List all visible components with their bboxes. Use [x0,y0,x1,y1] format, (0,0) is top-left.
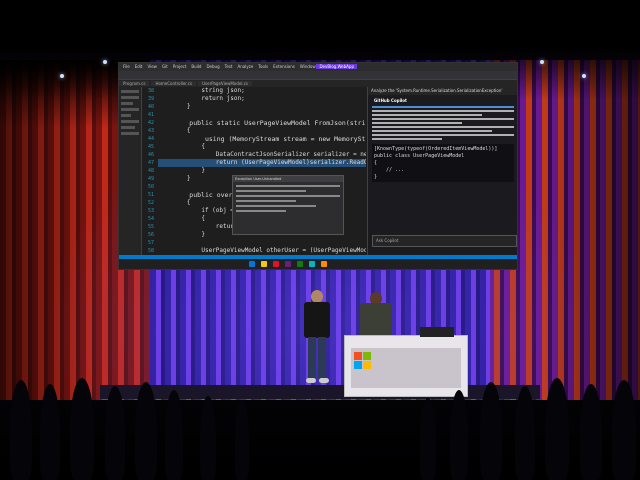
line-number: 51 [147,192,154,198]
code-line: return (UserPageViewModel)serializer.Rea… [158,159,366,167]
audience-silhouette [165,390,183,480]
audience-silhouette [450,390,468,480]
audience-silhouette [200,396,216,480]
line-number: 38 [147,88,154,94]
menu-item: Edit [134,64,143,69]
audience-silhouette [40,384,60,480]
microsoft-logo [354,352,372,370]
taskbar-app-icon [285,261,291,267]
audience-silhouette [420,398,436,480]
code-line: UserPageViewModel otherUser = (UserPageV… [201,247,366,254]
line-number: 43 [147,128,154,134]
audience-silhouette [70,378,94,480]
keynote-stage-photo: File Edit View Git Project Build Debug Test Anal… [0,0,640,480]
audience-silhouette [515,386,535,480]
editor-tab: Program.cs [119,81,150,86]
taskbar-app-icon [297,261,303,267]
taskbar-app-icon [273,261,279,267]
audience-silhouette [545,378,569,480]
taskbar-app-icon [309,261,315,267]
line-number: 44 [147,136,154,142]
menu-item: View [147,64,157,69]
line-number-gutter: 38 39 40 41 42 43 44 45 46 47 48 49 50 51 52 53 54 55 56 57… [142,87,156,259]
copilot-title: GitHub Copilot [374,98,407,103]
ceiling-light [540,60,544,64]
logo-square [354,352,362,360]
line-number: 46 [147,152,154,158]
audience-silhouette [612,380,636,480]
ide-solution-badge: DevBlog.WebApp [316,64,357,69]
audience-silhouette [580,384,602,480]
code-line: return json; [158,95,245,102]
line-number: 47 [147,160,154,166]
code-line: } [158,103,191,110]
audience [0,370,640,480]
menu-item: Analyze [237,64,254,69]
ceiling-light [103,60,107,64]
windows-taskbar [119,259,517,269]
exception-popup-title: Exception User-Unhandled [233,176,343,182]
copilot-input: Ask Copilot [372,235,517,247]
menu-item: Project [172,64,187,69]
line-number: 50 [147,184,154,190]
editor-tab: HomeController.cs [151,81,197,86]
menu-item: Test [224,64,233,69]
menu-item: Window [299,64,316,69]
menu-item: Tools [258,64,269,69]
line-number: 56 [147,232,154,238]
taskbar-app-icon [249,261,255,267]
audience-silhouette [105,386,125,480]
code-line: using (MemoryStream stream = new MemoryS… [204,135,366,143]
code-line: } [158,167,205,174]
line-number: 48 [147,168,154,174]
solution-explorer [119,87,142,259]
menu-item: Debug [206,64,220,69]
line-number: 57 [147,240,154,246]
line-number: 58 [147,248,154,254]
menu-item: Git [161,64,168,69]
code-line: { [158,127,191,134]
line-number: 45 [147,144,154,150]
ceiling-light [60,74,64,78]
menu-item: Extensions [273,64,295,69]
line-number: 40 [147,104,154,110]
ide-toolbar [119,71,517,80]
audience-silhouette [235,400,249,480]
line-number: 54 [147,216,154,222]
copilot-panel-header: Analyze the 'System.Runtime.Serializatio… [368,87,517,95]
logo-square [363,361,371,369]
editor-tab: UserPageViewModel.cs [198,81,252,86]
laptop [420,327,454,337]
audience-silhouette [480,382,502,480]
projection-screen: File Edit View Git Project Build Debug Test Anal… [118,62,518,270]
line-number: 39 [147,96,154,102]
code-line: { [158,143,205,150]
logo-square [363,352,371,360]
line-number: 42 [147,120,154,126]
taskbar-app-icon [321,261,327,267]
ceiling-light [582,74,586,78]
code-line: public static UserPageViewModel FromJson… [189,119,366,127]
exception-popup: Exception User-Unhandled [232,175,344,235]
line-number: 52 [147,200,154,206]
line-number: 53 [147,208,154,214]
audience-silhouette [135,382,157,480]
taskbar-app-icon [261,261,267,267]
copilot-code-suggestion: [KnownType(typeof(OrderedItemViewModel))… [372,144,514,182]
copilot-chat-panel: Analyze the 'System.Runtime.Serializatio… [367,87,517,259]
code-line: string json; [158,87,245,94]
code-line: DataContractJsonSerializer serializer = … [215,151,366,158]
menu-item: File [123,64,130,69]
audience-silhouette [10,380,32,480]
line-number: 55 [147,224,154,230]
line-number: 49 [147,176,154,182]
code-editor: 38 39 40 41 42 43 44 45 46 47 48 49 50 51 52 53 54 55 56 57… [142,87,366,259]
line-number: 41 [147,112,154,118]
logo-square [354,361,362,369]
menu-item: Build [191,64,202,69]
